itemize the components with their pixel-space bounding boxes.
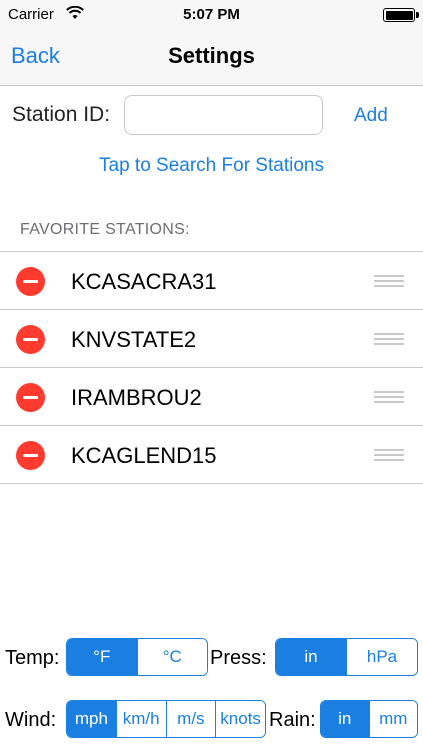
wind-segmented-control[interactable]: mph km/h m/s knots [66,700,266,738]
add-button[interactable]: Add [354,105,388,127]
reorder-handle-icon[interactable] [374,449,404,461]
press-option-in[interactable]: in [276,639,347,675]
wind-option-kmh[interactable]: km/h [116,701,167,737]
press-label: Press: [210,647,267,669]
units-row-wind-rain: Wind: mph km/h m/s knots Rain: in mm [0,700,423,740]
station-name: KNVSTATE2 [71,327,197,352]
battery-icon [383,8,419,22]
station-name: KCAGLEND15 [71,443,217,468]
wind-option-mph[interactable]: mph [67,701,117,737]
favorites-list: KCASACRA31 KNVSTATE2 IRAMBROU2 KCAGLEND1… [0,251,423,484]
temp-segmented-control[interactable]: °F °C [66,638,208,676]
rain-segmented-control[interactable]: in mm [320,700,418,738]
list-item[interactable]: KCASACRA31 [0,252,423,310]
delete-icon[interactable] [16,441,45,470]
reorder-handle-icon[interactable] [374,391,404,403]
temp-label: Temp: [5,647,60,669]
units-row-temp-press: Temp: °F °C Press: in hPa [0,638,423,678]
station-id-label: Station ID: [12,103,111,126]
delete-icon[interactable] [16,325,45,354]
rain-option-mm[interactable]: mm [369,701,417,737]
station-entry-row: Station ID: Add [0,86,423,146]
wind-label: Wind: [5,709,57,731]
rain-option-in[interactable]: in [321,701,370,737]
status-bar: Carrier 5:07 PM [0,0,423,30]
clock: 5:07 PM [183,6,240,23]
reorder-handle-icon[interactable] [374,333,404,345]
station-name: KCASACRA31 [71,269,217,294]
press-segmented-control[interactable]: in hPa [275,638,418,676]
list-item[interactable]: KCAGLEND15 [0,426,423,484]
list-item[interactable]: IRAMBROU2 [0,368,423,426]
list-item[interactable]: KNVSTATE2 [0,310,423,368]
temp-option-c[interactable]: °C [137,639,207,675]
delete-icon[interactable] [16,267,45,296]
search-stations-link[interactable]: Tap to Search For Stations [0,155,423,177]
navigation-bar: Back Settings [0,30,423,86]
delete-icon[interactable] [16,383,45,412]
reorder-handle-icon[interactable] [374,275,404,287]
wind-option-ms[interactable]: m/s [166,701,217,737]
station-id-input[interactable] [124,95,323,135]
favorites-header: FAVORITE STATIONS: [20,221,190,238]
press-option-hpa[interactable]: hPa [347,639,417,675]
page-title: Settings [168,43,255,68]
station-name: IRAMBROU2 [71,385,202,410]
wind-option-knots[interactable]: knots [216,701,265,737]
rain-label: Rain: [269,709,316,731]
temp-option-f[interactable]: °F [67,639,138,675]
